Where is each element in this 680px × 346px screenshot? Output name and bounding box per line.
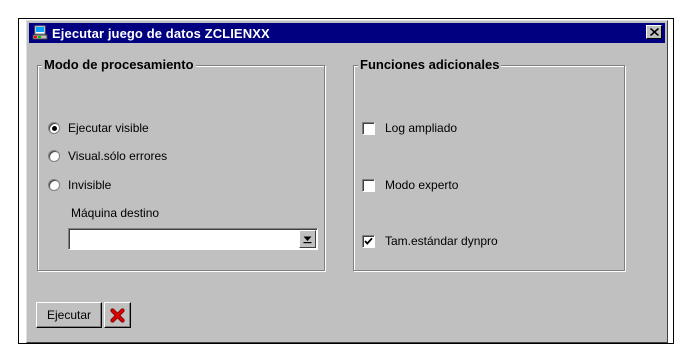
close-icon [649, 28, 659, 36]
radio-indicator[interactable] [48, 150, 60, 162]
radio-label: Invisible [68, 178, 112, 192]
checkbox-box[interactable] [362, 178, 375, 192]
radio-invisible[interactable]: Invisible [48, 178, 111, 192]
additional-functions-group: Funciones adicionales Log ampliado Modo … [353, 57, 625, 271]
radio-label: Ejecutar visible [68, 121, 149, 135]
dropdown-button[interactable] [299, 230, 316, 248]
checkbox-log-ampliado[interactable]: Log ampliado [362, 121, 457, 135]
radio-visual-solo-errores[interactable]: Visual.sólo errores [48, 149, 167, 163]
checkbox-box-checked[interactable] [362, 234, 375, 248]
radio-ejecutar-visible[interactable]: Ejecutar visible [48, 121, 149, 135]
checkbox-box[interactable] [362, 121, 375, 135]
checkbox-label: Log ampliado [385, 121, 458, 135]
radio-indicator[interactable] [48, 179, 60, 191]
additional-functions-title: Funciones adicionales [358, 57, 502, 72]
radio-indicator-selected[interactable] [48, 122, 60, 134]
processing-mode-title: Modo de procesamiento [42, 57, 196, 72]
checkbox-label: Tam.estándar dynpro [385, 234, 498, 248]
execute-button[interactable]: Ejecutar [36, 302, 102, 328]
target-machine-dropdown[interactable] [68, 228, 318, 250]
checkmark-icon [364, 237, 373, 245]
dialog-window: Ejecutar juego de datos ZCLIENXX Modo de… [26, 20, 668, 343]
target-machine-label: Máquina destino [71, 206, 160, 220]
cancel-x-icon [110, 307, 125, 323]
window-title: Ejecutar juego de datos ZCLIENXX [52, 25, 270, 41]
checkbox-modo-experto[interactable]: Modo experto [362, 178, 458, 192]
dropdown-arrow-icon [303, 236, 312, 244]
cancel-button[interactable] [104, 302, 131, 328]
checkbox-tam-estandar-dynpro[interactable]: Tam.estándar dynpro [362, 234, 498, 248]
sap-window-icon [32, 25, 48, 41]
radio-label: Visual.sólo errores [68, 149, 168, 163]
title-bar[interactable]: Ejecutar juego de datos ZCLIENXX [29, 23, 665, 43]
checkbox-label: Modo experto [385, 178, 459, 192]
execute-button-label: Ejecutar [46, 308, 92, 322]
processing-mode-group: Modo de procesamiento Ejecutar visible V… [37, 57, 325, 271]
close-button[interactable] [646, 25, 662, 39]
